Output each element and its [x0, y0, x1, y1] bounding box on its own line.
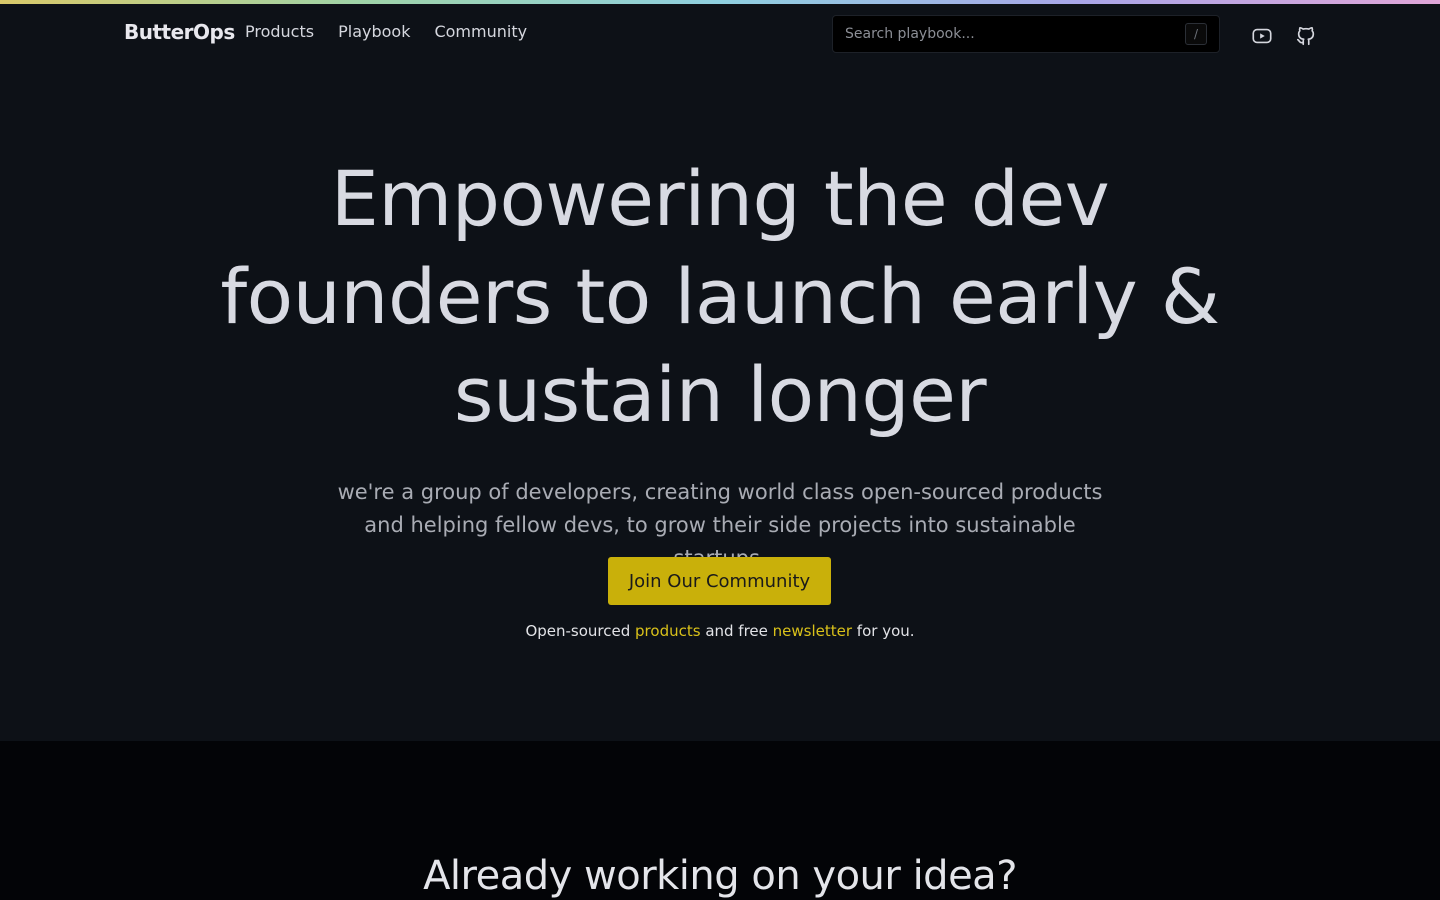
youtube-icon[interactable] [1250, 24, 1274, 48]
products-link[interactable]: products [635, 622, 701, 640]
hero-tagline: Open-sourced products and free newslette… [420, 622, 1020, 640]
tagline-suffix: for you. [852, 622, 915, 640]
hero-section: Empowering the dev founders to launch ea… [0, 64, 1440, 741]
hero-subtitle-line1: we're a group of developers, creating wo… [337, 480, 1103, 504]
nav-link-playbook[interactable]: Playbook [338, 22, 410, 41]
nav-link-products[interactable]: Products [245, 22, 314, 41]
tagline-middle: and free [700, 622, 773, 640]
search-input[interactable] [845, 26, 1185, 42]
nav-links: Products Playbook Community [245, 22, 527, 41]
github-icon[interactable] [1294, 24, 1318, 48]
search-shortcut-key: / [1185, 23, 1207, 45]
nav-link-community[interactable]: Community [434, 22, 527, 41]
brand-logo[interactable]: ButterOps [124, 20, 235, 44]
top-navigation: ButterOps Products Playbook Community / [0, 4, 1440, 64]
idea-section: Already working on your idea? [0, 741, 1440, 900]
newsletter-link[interactable]: newsletter [773, 622, 852, 640]
idea-section-heading: Already working on your idea? [423, 853, 1017, 899]
search-box[interactable]: / [832, 15, 1220, 53]
tagline-prefix: Open-sourced [525, 622, 636, 640]
hero-title: Empowering the dev founders to launch ea… [220, 154, 1220, 439]
join-community-button[interactable]: Join Our Community [608, 557, 831, 605]
